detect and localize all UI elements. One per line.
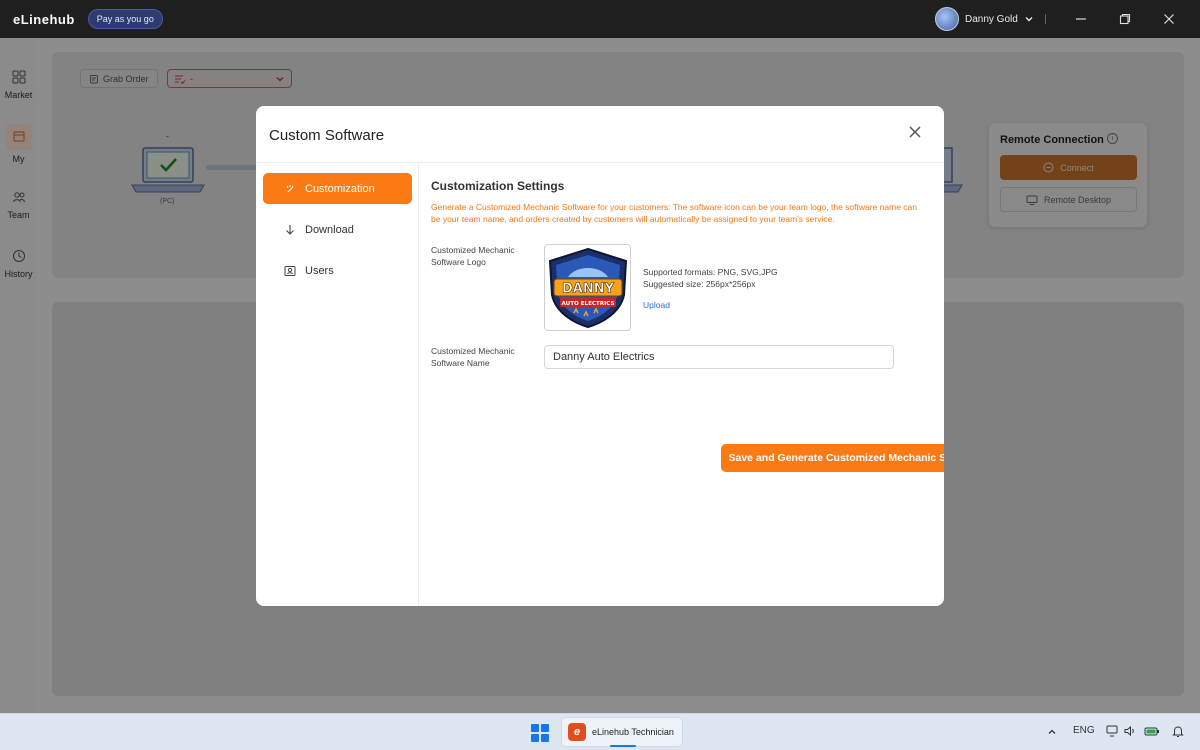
avatar[interactable] [935, 7, 959, 31]
software-name-input[interactable] [544, 345, 894, 369]
title-bar: eLinehub Pay as you go Danny Gold [0, 0, 1200, 38]
chevron-down-icon[interactable] [1024, 14, 1034, 24]
active-indicator [610, 745, 636, 747]
tab-users[interactable]: Users [263, 255, 412, 286]
network-icon[interactable] [1106, 725, 1120, 737]
chevron-up-icon[interactable] [1047, 727, 1057, 737]
section-description: Generate a Customized Mechanic Software … [431, 202, 917, 224]
dialog-title: Custom Software [269, 127, 385, 144]
titlebar-divider [1045, 14, 1046, 24]
close-icon [1164, 14, 1174, 24]
taskbar-app-label: eLinehub Technician [592, 727, 674, 737]
arrow-down-icon [286, 224, 294, 235]
user-menu[interactable]: Danny Gold [935, 7, 1034, 31]
taskbar: e eLinehub Technician ENG [0, 713, 1200, 750]
close-icon [909, 126, 921, 138]
team-logo: DANNY AUTO ELECTRICS [548, 247, 627, 328]
logo-text-bottom: AUTO ELECTRICS [561, 301, 614, 307]
battery-icon[interactable] [1144, 725, 1160, 737]
minimize-icon [1076, 18, 1086, 20]
tab-customization[interactable]: Customization [263, 173, 412, 204]
elinehub-app-icon: e [568, 723, 586, 741]
sparkle-icon [286, 184, 294, 192]
suggested-size: Suggested size: 256px*256px [643, 279, 756, 289]
logo-requirements: Supported formats: PNG, SVG,JPG Suggeste… [643, 266, 803, 290]
section-title: Customization Settings [431, 179, 565, 193]
logo-field-label: Customized Mechanic Software Logo [431, 245, 515, 267]
name-field-label: Customized Mechanic Software Name [431, 346, 515, 368]
restore-icon [1119, 13, 1131, 25]
plan-badge[interactable]: Pay as you go [87, 9, 163, 29]
taskbar-app-elinehub[interactable]: e eLinehub Technician [561, 717, 683, 747]
upload-link[interactable]: Upload [643, 300, 670, 310]
volume-icon[interactable] [1124, 725, 1136, 737]
tab-label: Download [305, 223, 354, 236]
restore-button[interactable] [1114, 8, 1136, 30]
language-indicator[interactable]: ENG [1073, 725, 1095, 736]
tab-download[interactable]: Download [263, 214, 412, 245]
tab-label: Customization [305, 182, 375, 195]
windows-start-icon[interactable] [531, 724, 549, 742]
user-name[interactable]: Danny Gold [965, 14, 1018, 25]
logo-preview[interactable]: DANNY AUTO ELECTRICS [544, 244, 631, 331]
supported-formats: Supported formats: PNG, SVG,JPG [643, 267, 778, 277]
app-name: eLinehub [13, 11, 75, 27]
logo-text-top: DANNY [561, 281, 614, 296]
minimize-button[interactable] [1070, 8, 1092, 30]
close-window-button[interactable] [1158, 8, 1180, 30]
tab-label: Users [305, 264, 334, 277]
user-card-icon [284, 265, 296, 276]
custom-software-dialog: Custom Software Customization Download U… [256, 106, 944, 606]
save-generate-button[interactable]: Save and Generate Customized Mechanic So… [721, 444, 944, 472]
dialog-header-divider [256, 162, 944, 163]
close-dialog-button[interactable] [906, 125, 924, 143]
notification-bell-icon[interactable] [1172, 725, 1184, 738]
dialog-sidebar-divider [418, 163, 419, 606]
